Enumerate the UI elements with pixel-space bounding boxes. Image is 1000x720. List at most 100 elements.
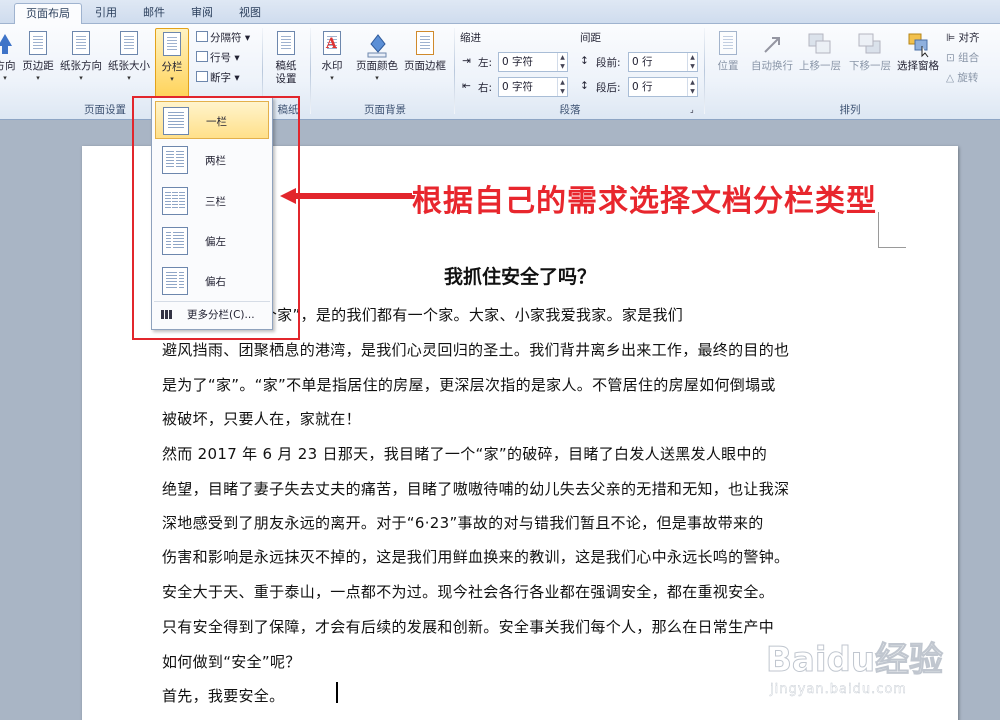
hyphenation-button[interactable]: 断字 ▾ (196, 70, 240, 86)
group-icon: ⊡ (946, 52, 955, 64)
orientation-icon (68, 30, 94, 58)
margins-icon (25, 30, 51, 58)
document-line: 被破坏，只要人在，家就在！ (162, 410, 361, 428)
space-before-value: 0 行 (632, 56, 653, 68)
bring-forward-button[interactable]: 上移一层 (796, 28, 844, 98)
manuscript-label-2: 设置 (275, 73, 297, 85)
watermark-url: jingyan.baidu.com (770, 682, 907, 697)
document-line: 伤害和影响是永远抹灭不掉的，这是我们用鲜血换来的教训，这是我们心中永远长鸣的警钟… (162, 548, 790, 566)
indent-left-label: 左: (478, 57, 493, 69)
document-line: 只有安全得到了保障，才会有后续的发展和创新。安全事关我们每个人，那么在日常生产中 (162, 618, 775, 636)
annotation-highlight-box (132, 96, 300, 340)
paragraph-dialog-launcher-icon[interactable]: ⌟ (690, 102, 694, 118)
selection-pane-button[interactable]: 选择窗格 (894, 28, 942, 98)
spin-arrows-icon[interactable]: ▲ ▼ (687, 78, 697, 96)
spin-arrows-icon[interactable]: ▲ ▼ (557, 78, 567, 96)
spin-arrows-icon[interactable]: ▲ ▼ (687, 53, 697, 71)
rotate-icon: △ (946, 72, 955, 84)
tab-mailings[interactable]: 邮件 (134, 3, 174, 24)
space-before-input[interactable]: 0 行 ▲ ▼ (628, 52, 698, 72)
paragraph-group-label: 段落 (559, 104, 581, 116)
orientation-button[interactable]: 纸张方向 ▾ (58, 28, 104, 98)
document-line: 绝望，目睹了妻子失去丈夫的痛苦，目睹了嗷嗷待哺的幼儿失去父亲的无措和无知，也让我… (162, 480, 790, 498)
document-line: 然而 2017 年 6 月 23 日那天，我目睹了一个“家”的破碎，目睹了白发人… (162, 445, 768, 463)
position-button[interactable]: 位置 (710, 28, 746, 98)
rotate-button[interactable]: △ 旋转 (946, 70, 978, 86)
group-label: 组合 (958, 52, 980, 64)
text-direction-button[interactable]: 方向 ▾ (0, 28, 18, 98)
document-line: 避风挡雨、团聚栖息的港湾，是我们心灵回归的圣土。我们背井离乡出来工作，最终的目的… (162, 341, 790, 359)
hyphenation-label: 断字 (210, 72, 231, 84)
page-background-group-label: 页面背景 (364, 104, 406, 116)
wrap-text-button[interactable]: 自动换行 (748, 28, 796, 98)
chevron-down-icon: ▾ (330, 74, 334, 82)
tab-review[interactable]: 审阅 (182, 3, 222, 24)
size-label: 纸张大小 (108, 60, 150, 72)
selection-pane-icon (905, 30, 931, 58)
manuscript-label-1: 稿纸 (275, 60, 297, 72)
position-icon (715, 30, 741, 58)
line-numbers-label: 行号 (210, 52, 231, 64)
chevron-down-icon: ▾ (170, 75, 174, 83)
chevron-down-icon: ▾ (36, 74, 40, 82)
svg-text:A: A (325, 36, 338, 51)
group-divider (454, 28, 455, 114)
watermark-button[interactable]: A 水印 ▾ (316, 28, 348, 98)
manuscript-settings-button[interactable]: 稿纸 设置 (268, 28, 304, 98)
columns-icon (159, 31, 185, 59)
size-button[interactable]: 纸张大小 ▾ (106, 28, 152, 98)
space-before-icon: ↕ (580, 55, 589, 67)
rotate-label: 旋转 (957, 72, 979, 84)
group-button[interactable]: ⊡ 组合 (946, 50, 979, 66)
send-backward-button[interactable]: 下移一层 (846, 28, 894, 98)
annotation-text: 根据自己的需求选择文档分栏类型 (412, 184, 877, 219)
space-after-input[interactable]: 0 行 ▲ ▼ (628, 77, 698, 97)
margins-button[interactable]: 页边距 ▾ (20, 28, 56, 98)
page-border-icon (412, 30, 438, 58)
indent-right-input[interactable]: 0 字符 ▲ ▼ (498, 77, 568, 97)
send-backward-label: 下移一层 (849, 60, 891, 72)
tab-page-layout[interactable]: 页面布局 (14, 3, 82, 25)
chevron-down-icon: ▾ (79, 74, 83, 82)
document-line: 深地感受到了朋友永远的离开。对于“6·23”事故的对与错我们暂且不论，但是事故带… (162, 514, 764, 532)
indent-right-label: 右: (478, 82, 493, 94)
margins-label: 页边距 (22, 60, 54, 72)
columns-button[interactable]: 分栏 ▾ (155, 28, 189, 98)
indent-header: 缩进 (460, 32, 481, 44)
chevron-down-icon: ▾ (375, 74, 379, 82)
document-line: 如何做到“安全”呢？ (162, 653, 301, 671)
indent-left-input[interactable]: 0 字符 ▲ ▼ (498, 52, 568, 72)
spacing-header: 间距 (580, 32, 601, 44)
page-color-label: 页面颜色 (356, 60, 398, 72)
arrange-group-label: 排列 (839, 104, 861, 116)
document-line: 安全大于天、重于泰山，一点都不为过。现今社会各行各业都在强调安全，都在重视安全。 (162, 583, 775, 601)
orientation-label: 纸张方向 (60, 60, 102, 72)
tab-references[interactable]: 引用 (86, 3, 126, 24)
bring-forward-label: 上移一层 (799, 60, 841, 72)
indent-right-icon: ⇤ (462, 80, 471, 92)
tab-view[interactable]: 视图 (230, 3, 270, 24)
space-before-row: ↕ 段前: 0 行 ▲ ▼ (580, 52, 700, 72)
space-after-value: 0 行 (632, 81, 653, 93)
manuscript-icon (273, 30, 299, 58)
page-color-icon (364, 30, 390, 58)
page-color-button[interactable]: 页面颜色 ▾ (354, 28, 400, 98)
indent-left-icon: ⇥ (462, 55, 471, 67)
spin-arrows-icon[interactable]: ▲ ▼ (557, 53, 567, 71)
align-icon: ⊫ (946, 32, 956, 44)
indent-left-row: ⇥ 左: 0 字符 ▲ ▼ (462, 52, 572, 72)
breaks-button[interactable]: 分隔符 ▾ (196, 30, 250, 46)
watermark-icon: A (319, 30, 345, 58)
space-after-row: ↕ 段后: 0 行 ▲ ▼ (580, 77, 700, 97)
page-border-button[interactable]: 页面边框 (402, 28, 448, 98)
indent-right-value: 0 字符 (502, 81, 534, 93)
chevron-down-icon: ▾ (3, 74, 7, 82)
wrap-text-icon (759, 30, 785, 58)
annotation-arrow-icon (280, 188, 416, 204)
breaks-icon (196, 31, 208, 42)
document-line: 首先，我要安全。 (162, 687, 285, 705)
watermark-brand: Baidu经验 (765, 640, 944, 681)
wrap-text-label: 自动换行 (751, 60, 793, 72)
line-numbers-button[interactable]: 行号 ▾ (196, 50, 240, 66)
align-button[interactable]: ⊫ 对齐 (946, 30, 980, 46)
